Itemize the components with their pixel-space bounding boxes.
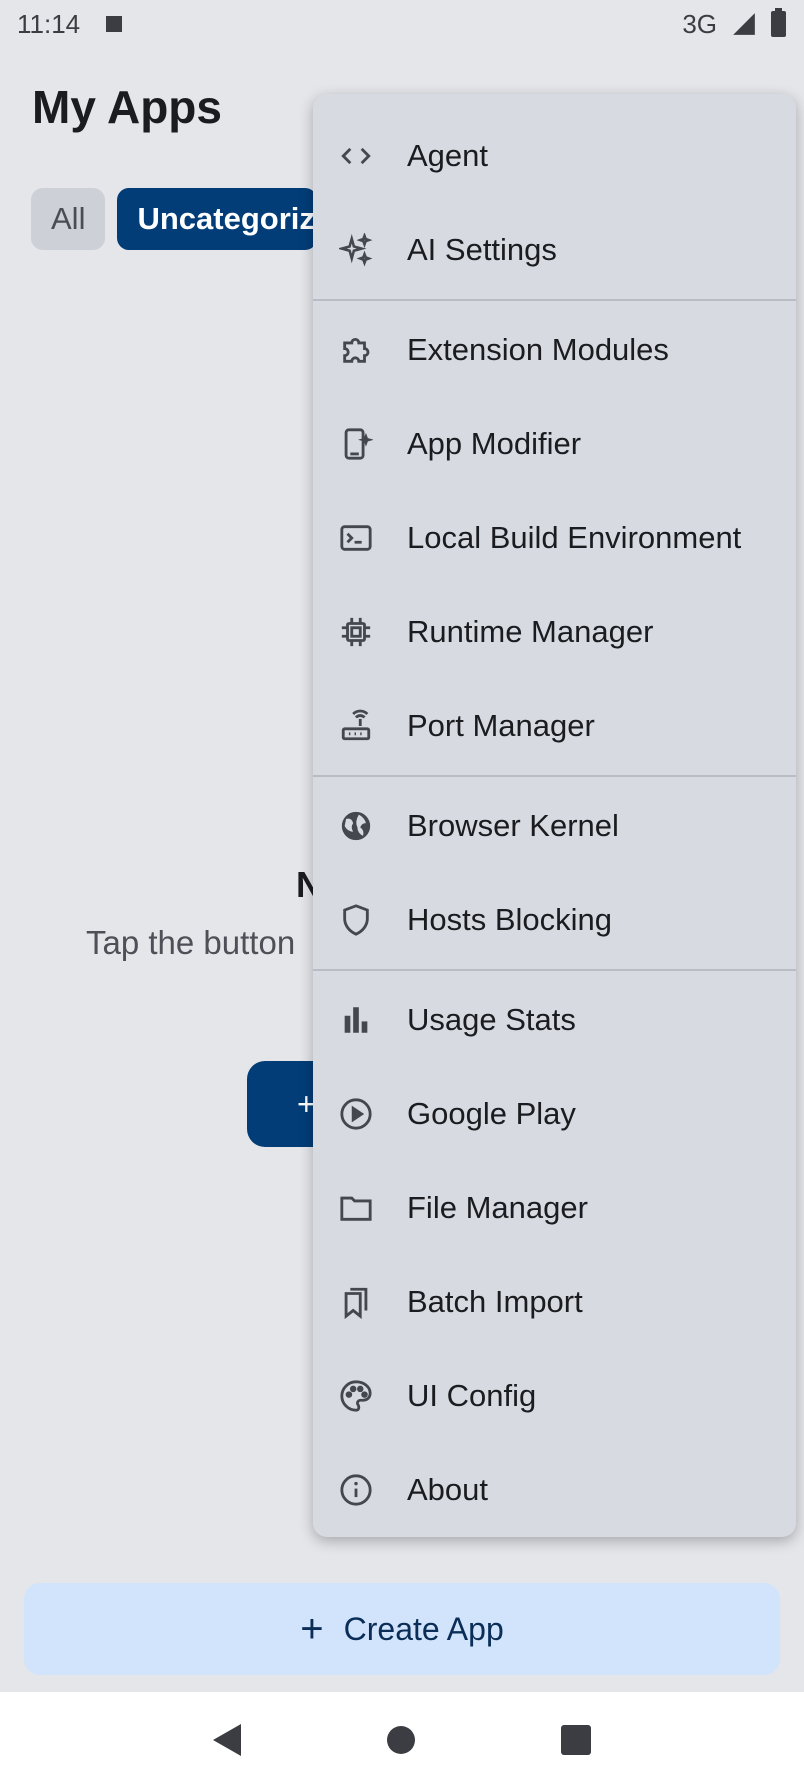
menu-item-google-play[interactable]: Google Play <box>313 1067 796 1161</box>
play-circle-icon <box>337 1095 375 1133</box>
menu-item-label: Browser Kernel <box>407 808 619 843</box>
status-bar: 11:14 3G <box>0 0 804 48</box>
bar-chart-icon <box>337 1001 375 1039</box>
menu-item-label: Batch Import <box>407 1284 583 1319</box>
back-icon[interactable] <box>213 1724 241 1756</box>
battery-icon <box>771 8 786 37</box>
menu-item-label: Google Play <box>407 1096 576 1131</box>
menu-item-ui-config[interactable]: UI Config <box>313 1349 796 1443</box>
chip-icon <box>337 613 375 651</box>
menu-item-port-manager[interactable]: Port Manager <box>313 679 796 773</box>
menu-item-label: Port Manager <box>407 708 595 743</box>
create-app-button[interactable]: + Create App <box>24 1583 780 1675</box>
menu-divider <box>313 775 796 777</box>
menu-item-label: Hosts Blocking <box>407 902 613 937</box>
menu-divider <box>313 969 796 971</box>
menu-item-label: Extension Modules <box>407 332 669 367</box>
menu-item-label: File Manager <box>407 1190 588 1225</box>
menu-item-label: Usage Stats <box>407 1002 576 1037</box>
menu-item-runtime-manager[interactable]: Runtime Manager <box>313 585 796 679</box>
menu-item-label: App Modifier <box>407 426 582 461</box>
status-right: 3G <box>682 8 786 40</box>
menu-item-extension-modules[interactable]: Extension Modules <box>313 303 796 397</box>
menu-item-batch-import[interactable]: Batch Import <box>313 1255 796 1349</box>
menu-item-app-modifier[interactable]: App Modifier <box>313 397 796 491</box>
menu-item-label: Local Build Environment <box>407 520 742 555</box>
status-left: 11:14 <box>17 8 123 40</box>
empty-state-subtitle: Tap the button <box>86 924 296 961</box>
page-title: My Apps <box>32 81 222 133</box>
chip-uncategorized[interactable]: Uncategorized <box>117 188 318 250</box>
menu-divider <box>313 299 796 301</box>
home-icon[interactable] <box>387 1726 415 1754</box>
globe-icon <box>337 807 375 845</box>
terminal-icon <box>337 519 375 557</box>
menu-item-hosts-blocking[interactable]: Hosts Blocking <box>313 873 796 967</box>
phone-sparkle-icon <box>337 425 375 463</box>
menu-item-local-build-environment[interactable]: Local Build Environment <box>313 491 796 585</box>
category-chips: All Uncategorized <box>31 188 318 250</box>
palette-icon <box>337 1377 375 1415</box>
sparkle-icon <box>337 231 375 269</box>
menu-item-about[interactable]: About <box>313 1443 796 1537</box>
menu-item-browser-kernel[interactable]: Browser Kernel <box>313 779 796 873</box>
menu-item-label: About <box>407 1472 489 1507</box>
plus-icon: + <box>300 1606 324 1651</box>
overflow-menu: Agent AI Settings Extension Modules App … <box>313 94 796 1537</box>
navigation-bar <box>0 1692 804 1788</box>
shield-icon <box>337 901 375 939</box>
info-icon <box>337 1471 375 1509</box>
menu-item-agent[interactable]: Agent <box>313 109 796 203</box>
folder-icon <box>337 1189 375 1227</box>
menu-item-ai-settings[interactable]: AI Settings <box>313 203 796 297</box>
puzzle-icon <box>337 331 375 369</box>
notification-icon <box>106 16 123 32</box>
bookmarks-icon <box>337 1283 375 1321</box>
chip-all[interactable]: All <box>31 188 106 250</box>
menu-item-label: UI Config <box>407 1378 537 1413</box>
router-icon <box>337 707 375 745</box>
network-type: 3G <box>682 8 717 39</box>
menu-item-label: Runtime Manager <box>407 614 654 649</box>
signal-icon <box>733 13 755 35</box>
status-time: 11:14 <box>17 8 81 39</box>
menu-item-label: AI Settings <box>407 232 557 267</box>
create-app-label: Create App <box>343 1610 504 1647</box>
code-brackets-icon <box>337 137 375 175</box>
menu-item-file-manager[interactable]: File Manager <box>313 1161 796 1255</box>
screen: 11:14 3G My Apps All Uncategorized N Tap… <box>0 0 804 1788</box>
recents-icon[interactable] <box>561 1725 591 1755</box>
menu-item-usage-stats[interactable]: Usage Stats <box>313 973 796 1067</box>
menu-item-label: Agent <box>407 138 489 173</box>
